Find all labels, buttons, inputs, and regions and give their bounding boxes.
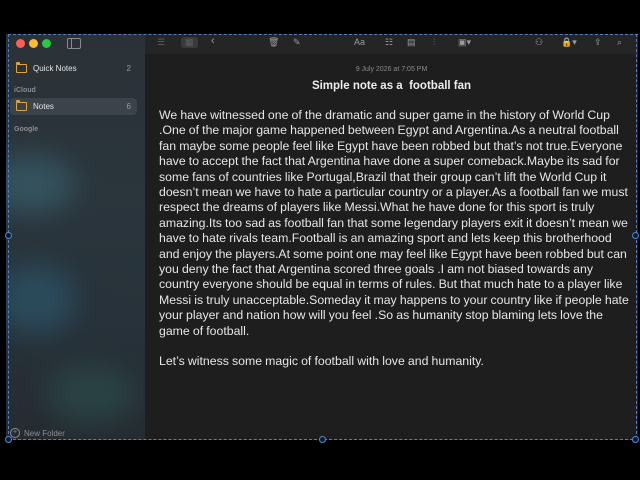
selection-border-top xyxy=(8,34,638,35)
new-folder-label: New Folder xyxy=(24,428,65,438)
share-icon[interactable]: ⇪ xyxy=(594,37,602,48)
note-title[interactable]: Simple note as a football fan xyxy=(145,80,638,92)
note-body[interactable]: We have witnessed one of the dramatic an… xyxy=(159,108,629,370)
folder-icon xyxy=(16,100,27,111)
note-date: 9 July 2026 at 7:05 PM xyxy=(355,66,428,73)
sidebar: Quick Notes 2 iCloud Notes 6 Google + Ne… xyxy=(6,34,146,440)
collaborate-icon[interactable]: ⚇ xyxy=(535,37,543,48)
minimize-button[interactable] xyxy=(29,39,38,48)
format-text-icon[interactable]: Aa xyxy=(354,37,365,47)
new-folder-button[interactable]: + New Folder xyxy=(10,428,65,438)
folder-icon xyxy=(16,62,27,73)
audio-icon[interactable]: ⫶ xyxy=(433,37,435,48)
search-icon[interactable]: ⌕ xyxy=(617,37,622,48)
checklist-icon[interactable]: ☷ xyxy=(385,37,393,48)
trash-icon[interactable]: 🗑 xyxy=(268,37,279,48)
resize-handle-left[interactable] xyxy=(5,232,12,239)
lock-icon[interactable]: 🔒▾ xyxy=(561,37,577,48)
section-header-icloud: iCloud xyxy=(14,87,36,94)
zoom-button[interactable] xyxy=(42,39,51,48)
sidebar-item-label: Notes xyxy=(33,102,54,111)
sidebar-item-count: 6 xyxy=(126,102,131,111)
back-icon[interactable]: ‹ xyxy=(211,35,215,47)
sidebar-item-notes[interactable]: Notes 6 xyxy=(10,98,137,115)
resize-handle-bottom-right[interactable] xyxy=(632,436,639,443)
note-paragraph[interactable]: We have witnessed one of the dramatic an… xyxy=(159,108,629,339)
list-view-icon[interactable]: ☰ xyxy=(157,37,165,48)
resize-handle-bottom-left[interactable] xyxy=(5,436,12,443)
resize-handle-right[interactable] xyxy=(632,232,639,239)
close-button[interactable] xyxy=(16,39,25,48)
sidebar-item-quick-notes[interactable]: Quick Notes 2 xyxy=(10,60,137,77)
note-paragraph[interactable]: Let’s witness some magic of football wit… xyxy=(159,354,629,369)
section-header-google: Google xyxy=(14,126,39,133)
gallery-view-icon[interactable]: ▦ xyxy=(181,37,198,48)
table-icon[interactable]: ▤ xyxy=(407,37,416,48)
toolbar: ☰ ▦ ‹ 🗑 ✎ Aa ☷ ▤ ⫶ ▣▾ ⚇ 🔒▾ ⇪ ⌕ xyxy=(145,34,638,54)
media-icon[interactable]: ▣▾ xyxy=(458,37,471,48)
note-editor[interactable]: 9 July 2026 at 7:05 PM Simple note as a … xyxy=(145,54,638,440)
sidebar-item-count: 2 xyxy=(126,64,131,73)
sidebar-item-label: Quick Notes xyxy=(33,64,77,73)
resize-handle-bottom[interactable] xyxy=(319,436,326,443)
notes-window: Quick Notes 2 iCloud Notes 6 Google + Ne… xyxy=(6,34,638,440)
sidebar-toggle-icon[interactable] xyxy=(67,38,81,49)
compose-icon[interactable]: ✎ xyxy=(293,37,301,48)
plus-icon: + xyxy=(10,428,20,438)
